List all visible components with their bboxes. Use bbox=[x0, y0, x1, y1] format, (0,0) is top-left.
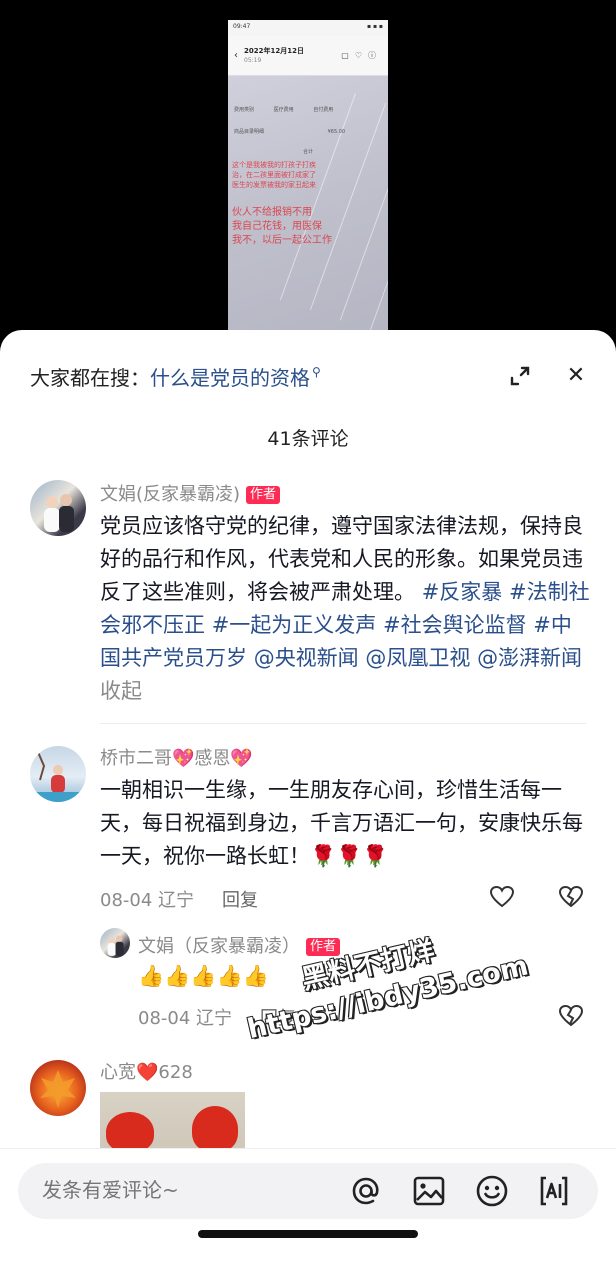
video-status-bar: 09:47 ▪ ▪ ▪ bbox=[228, 20, 388, 36]
ai-icon[interactable] bbox=[536, 1173, 572, 1209]
comment-author-name[interactable]: 文娟(反家暴霸凌) bbox=[100, 484, 240, 505]
avatar-leaf-image bbox=[40, 1070, 76, 1108]
comment-date-location: 08-04 辽宁 bbox=[100, 890, 195, 911]
avatar[interactable] bbox=[30, 480, 86, 536]
video-red-line: 我不，以后一起公工作 bbox=[232, 235, 332, 246]
reply-button[interactable]: 回复 bbox=[222, 890, 258, 911]
video-document: 费用类别 医疗费用 自付费用 商品目录明细 ¥65.00 合计 这个是我被我的打… bbox=[228, 76, 388, 330]
video-date-text: 2022年12月12日 bbox=[244, 46, 304, 55]
video-red-line: 治，在二孩里面被打成家了 bbox=[232, 171, 316, 179]
video-time-text: 05:19 bbox=[244, 56, 262, 64]
avatar-couple-image bbox=[107, 935, 124, 956]
video-red-line: 伙人不给报销不用 bbox=[232, 207, 312, 218]
broken-heart-icon[interactable] bbox=[558, 885, 584, 909]
home-indicator[interactable] bbox=[198, 1230, 418, 1238]
video-red-gap bbox=[232, 190, 384, 206]
comment-author[interactable]: 心宽❤️628 bbox=[100, 1058, 193, 1084]
video-status-icons: ▪ ▪ ▪ bbox=[366, 23, 383, 30]
search-icon: ⚲ bbox=[312, 365, 321, 379]
video-date: 2022年12月12日 05:19 bbox=[244, 46, 304, 66]
video-doc-row: 费用类别 医疗费用 自付费用 bbox=[234, 106, 382, 113]
image-icon[interactable] bbox=[411, 1173, 447, 1209]
comment-image[interactable] bbox=[100, 1092, 245, 1152]
trending-search-term[interactable]: 什么是党员的资格 bbox=[150, 362, 310, 391]
mention-link[interactable]: @央视新闻 bbox=[254, 646, 359, 670]
video-red-line: 这个是我被我的打孩子打疾 bbox=[232, 161, 316, 169]
video-header-icons: ▢♡ⓘ bbox=[341, 51, 382, 60]
video-red-text: 这个是我被我的打孩子打疾 治，在二孩里面被打成家了 医生的发票被我的家丑起来 伙… bbox=[232, 160, 384, 248]
avatar[interactable] bbox=[100, 928, 130, 958]
comment-text: 一朝相识一生缘，一生朋友存心间，珍惜生活每一天，每日祝福到身边，千言万语汇一句，… bbox=[100, 778, 583, 868]
at-icon[interactable] bbox=[348, 1173, 384, 1209]
comment-divider bbox=[100, 723, 586, 724]
close-icon[interactable]: ✕ bbox=[562, 362, 590, 390]
video-doc-cell: ¥65.00 bbox=[327, 129, 346, 135]
video-red-line: 我自己花钱，用医保 bbox=[232, 221, 322, 232]
video-status-time: 09:47 bbox=[233, 23, 251, 30]
video-preview[interactable]: 09:47 ▪ ▪ ▪ ‹ 2022年12月12日 05:19 ▢♡ⓘ 费用类别… bbox=[228, 20, 388, 330]
video-header: ‹ 2022年12月12日 05:19 ▢♡ⓘ bbox=[228, 36, 388, 76]
comment-text: 党员应该恪守党的纪律，遵守国家法律法规，保持良好的品行和作风，代表党和人民的形象… bbox=[100, 510, 590, 708]
author-badge: 作者 bbox=[246, 486, 281, 504]
comment-date-location: 08-04 辽宁 bbox=[138, 1008, 233, 1029]
back-icon: ‹ bbox=[234, 50, 238, 61]
avatar[interactable] bbox=[30, 1060, 86, 1116]
comment-input-bar bbox=[0, 1148, 616, 1279]
video-doc-row: 合计 bbox=[302, 149, 313, 155]
collapse-link[interactable]: 收起 bbox=[100, 679, 142, 703]
video-doc-cell: 自付费用 bbox=[313, 107, 334, 113]
comment-input-pill[interactable] bbox=[18, 1163, 598, 1219]
trending-search[interactable]: 大家都在搜： 什么是党员的资格 ⚲ ✕ bbox=[30, 360, 596, 392]
expand-icon[interactable] bbox=[506, 362, 534, 390]
comment-author[interactable]: 文娟（反家暴霸凌） 作者 bbox=[138, 932, 341, 958]
mention-link[interactable]: @凤凰卫视 bbox=[365, 646, 470, 670]
trending-search-prefix: 大家都在搜： bbox=[30, 365, 150, 390]
comment-author[interactable]: 桥市二哥💖感恩💖 bbox=[100, 744, 253, 770]
heart-icon[interactable] bbox=[489, 885, 515, 909]
avatar-person-image bbox=[30, 751, 86, 802]
hashtag-link[interactable]: #反家暴 bbox=[422, 580, 503, 604]
comment-input[interactable] bbox=[42, 1178, 342, 1202]
avatar[interactable] bbox=[30, 746, 86, 802]
broken-heart-icon[interactable] bbox=[558, 1004, 584, 1028]
mention-link[interactable]: @澎湃新闻 bbox=[477, 646, 582, 670]
bird-shape bbox=[192, 1106, 238, 1152]
video-doc-cell: 商品目录明细 bbox=[234, 129, 265, 135]
video-doc-cell: 医疗费用 bbox=[273, 107, 294, 113]
avatar-couple-image bbox=[44, 494, 74, 532]
video-red-line: 医生的发票被我的家丑起来 bbox=[232, 181, 316, 189]
emoji-icon[interactable] bbox=[474, 1173, 510, 1209]
comment-sheet: 大家都在搜： 什么是党员的资格 ⚲ ✕ 41条评论 文娟(反家暴霸凌) 作者 党员… bbox=[0, 330, 616, 1279]
screen: 09:47 ▪ ▪ ▪ ‹ 2022年12月12日 05:19 ▢♡ⓘ 费用类别… bbox=[0, 0, 616, 1279]
comment-author[interactable]: 文娟(反家暴霸凌) 作者 bbox=[100, 480, 281, 506]
comment-meta: 08-04 辽宁 回复 bbox=[100, 886, 258, 912]
comment-author-name[interactable]: 文娟（反家暴霸凌） bbox=[138, 936, 300, 957]
author-badge: 作者 bbox=[306, 938, 341, 956]
hashtag-link[interactable]: #一起为正义发声 bbox=[212, 613, 377, 637]
hashtag-link[interactable]: #社会舆论监督 bbox=[383, 613, 527, 637]
comments-count: 41条评论 bbox=[267, 428, 349, 450]
bird-shape bbox=[106, 1112, 154, 1152]
video-doc-cell: 费用类别 bbox=[234, 107, 255, 113]
video-doc-row: 商品目录明细 ¥65.00 bbox=[234, 128, 382, 135]
